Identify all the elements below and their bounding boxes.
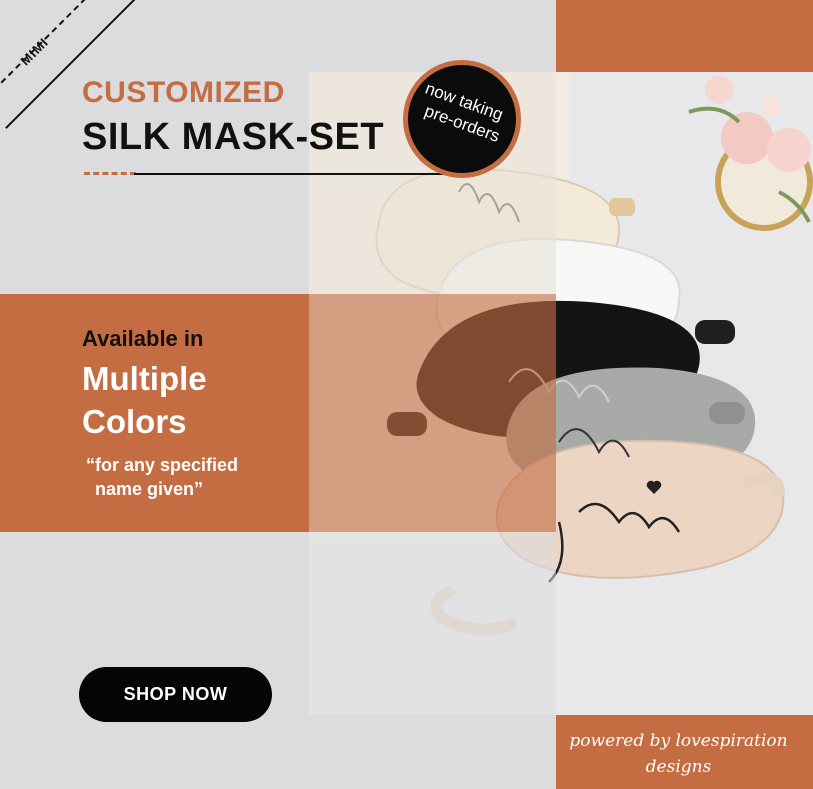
feature-multiple: Multiple — [82, 360, 207, 397]
headline-product: SILK MASK-SET — [82, 116, 385, 158]
feature-quote-line-1: “for any specified — [86, 455, 239, 475]
brand-ribbon: MIMI — [17, 34, 52, 69]
promo-banner: MIMI CUSTOMIZED SILK MASK-SET now taking… — [0, 0, 813, 789]
headline-customized: CUSTOMIZED — [82, 76, 285, 109]
title-dash-accent — [84, 172, 136, 175]
shop-now-button[interactable]: SHOP NOW — [79, 667, 272, 722]
footer-panel — [556, 715, 813, 789]
powered-by-line-1: powered by lovespiration — [569, 731, 788, 751]
feature-available: Available in — [82, 326, 204, 351]
title-divider — [134, 173, 452, 175]
feature-quote-line-2: name given” — [95, 479, 204, 499]
accent-block-top — [556, 0, 813, 72]
photo-overlay-orange — [309, 294, 556, 532]
feature-colors: Colors — [82, 403, 187, 440]
powered-by-line-2: designs — [645, 757, 712, 777]
photo-overlay-bottom — [309, 532, 556, 715]
